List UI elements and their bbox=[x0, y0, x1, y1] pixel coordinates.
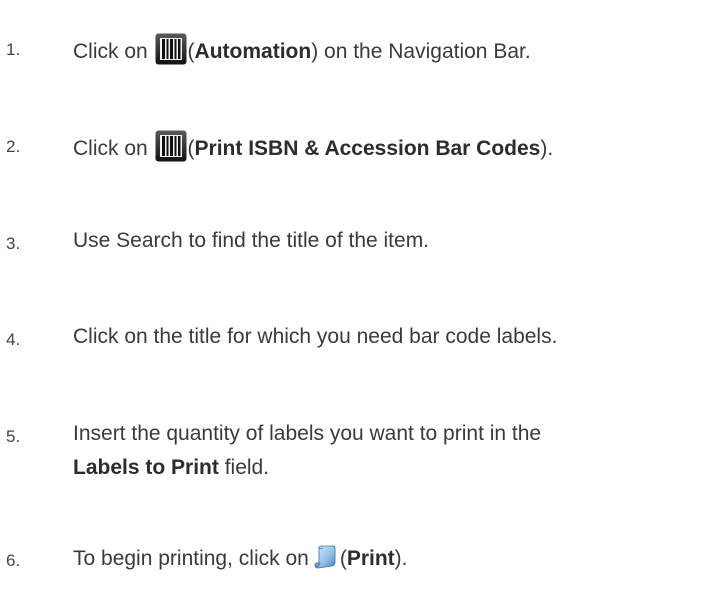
open-paren: ( bbox=[187, 137, 195, 160]
step-suffix: ). bbox=[394, 547, 408, 570]
step-number: 4. bbox=[6, 330, 21, 349]
step-prefix: Click on bbox=[73, 40, 148, 63]
step-number: 3. bbox=[6, 234, 21, 253]
step-number: 5. bbox=[6, 427, 21, 446]
bold-term: Print ISBN & Accession Bar Codes bbox=[194, 137, 541, 160]
open-paren: ( bbox=[187, 40, 195, 63]
step-text: Click on the title for which you need ba… bbox=[73, 325, 558, 348]
step-suffix: ) on the Navigation Bar. bbox=[311, 40, 531, 63]
barcode-icon bbox=[155, 33, 187, 65]
barcode-icon bbox=[155, 130, 187, 162]
step-number: 1. bbox=[6, 40, 21, 59]
bold-term: Labels to Print bbox=[73, 456, 219, 479]
step-number: 6. bbox=[6, 551, 21, 570]
step-prefix: Click on bbox=[73, 137, 148, 160]
bold-term: Automation bbox=[194, 40, 312, 63]
step-suffix: ). bbox=[540, 137, 554, 160]
step-prefix: To begin printing, click on bbox=[73, 547, 309, 570]
bold-term: Print bbox=[346, 547, 395, 570]
open-paren: ( bbox=[339, 547, 347, 570]
step-text: Insert the quantity of labels you want t… bbox=[73, 422, 542, 445]
step-text-continued: Labels to Print field. bbox=[73, 454, 269, 481]
step-text: Click on (Automation) on the Navigation … bbox=[73, 33, 531, 65]
step-text: Click on (Print ISBN & Accession Bar Cod… bbox=[73, 130, 553, 162]
step-suffix: field. bbox=[218, 456, 270, 479]
step-text: To begin printing, click on (Print). bbox=[73, 544, 407, 572]
step-number: 2. bbox=[6, 137, 21, 156]
print-scroll-icon bbox=[312, 544, 338, 570]
step-text: Use Search to find the title of the item… bbox=[73, 229, 430, 252]
